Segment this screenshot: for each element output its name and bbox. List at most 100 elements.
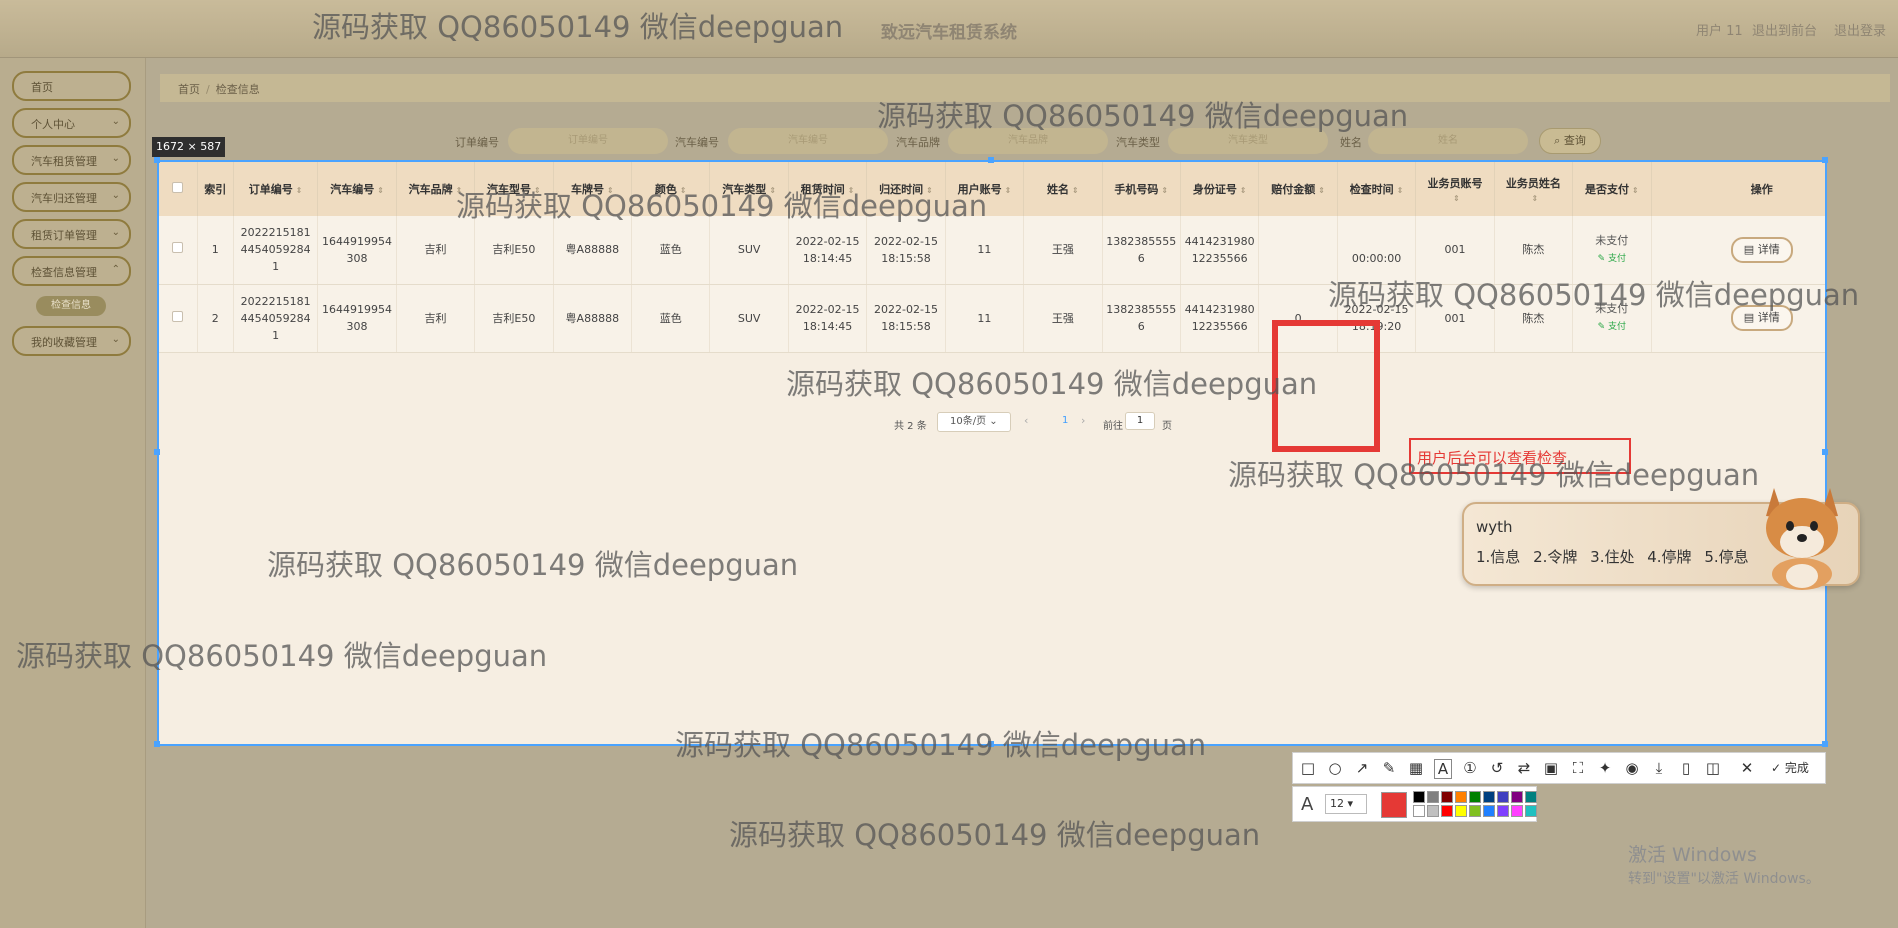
cell-compensation: [1258, 216, 1338, 285]
sidebar-item-label: 汽车租赁管理: [31, 155, 97, 168]
sidebar-item-rental-orders[interactable]: 租赁订单管理 ⌄: [12, 219, 131, 249]
cell-color: 蓝色: [631, 216, 711, 285]
shiba-dog-image: [1766, 488, 1838, 590]
color-swatch[interactable]: [1441, 791, 1453, 803]
color-swatch[interactable]: [1525, 805, 1537, 817]
sidebar-item-inspection[interactable]: 检查信息管理 ⌃: [12, 256, 131, 286]
pencil-icon[interactable]: ✎: [1380, 759, 1398, 777]
color-swatch[interactable]: [1427, 791, 1439, 803]
mosaic-icon[interactable]: ▦: [1407, 759, 1425, 777]
watermark-text: 源码获取 QQ86050149 微信deepguan: [312, 10, 844, 44]
cell-phone: 1382385555 6: [1102, 284, 1181, 353]
copy-icon[interactable]: ▯: [1677, 759, 1695, 777]
sidebar-item-home[interactable]: 首页: [12, 71, 131, 101]
column-header[interactable]: 检查时间 ⇕: [1337, 162, 1417, 216]
annotation-properties-panel: A 12 ▾: [1292, 786, 1537, 822]
color-swatch[interactable]: [1413, 805, 1425, 817]
table-header-row: 索引 订单编号 ⇕ 汽车编号 ⇕ 汽车品牌 ⇕ 汽车型号 ⇕ 车牌号 ⇕ 颜色 ⇕ 汽车类型…: [159, 162, 1825, 216]
ellipse-icon[interactable]: ○: [1326, 759, 1344, 777]
color-swatch[interactable]: [1497, 791, 1509, 803]
column-header[interactable]: 是否支付 ⇕: [1572, 162, 1652, 216]
pay-link[interactable]: ✎ 支付: [1598, 322, 1626, 332]
logout-to-front-link[interactable]: 退出到前台: [1752, 20, 1817, 39]
color-swatch[interactable]: [1413, 791, 1425, 803]
sidebar-item-car-rental[interactable]: 汽车租赁管理 ⌄: [12, 145, 131, 175]
current-color-swatch[interactable]: [1381, 792, 1407, 818]
color-swatch[interactable]: [1469, 805, 1481, 817]
pin-icon[interactable]: ✦: [1596, 759, 1614, 777]
color-swatch[interactable]: [1525, 791, 1537, 803]
sidebar-subitem-inspection-info[interactable]: 检查信息: [36, 296, 106, 316]
color-swatch[interactable]: [1455, 805, 1467, 817]
color-swatch[interactable]: [1483, 791, 1495, 803]
sidebar-item-personal-center[interactable]: 个人中心 ⌄: [12, 108, 131, 138]
column-header[interactable]: 索引: [197, 162, 234, 216]
rectangle-icon[interactable]: □: [1299, 759, 1317, 777]
top-header: 致远汽车租赁系统 用户 11 退出到前台 退出登录: [0, 0, 1898, 58]
cell-color: 蓝色: [631, 284, 711, 353]
goto-page-input[interactable]: 1: [1125, 412, 1155, 430]
cell-rent-time: 2022-02-15 18:14:45: [788, 216, 868, 285]
color-swatch[interactable]: [1483, 805, 1495, 817]
search-input-car-no[interactable]: 汽车编号: [728, 128, 888, 154]
page-number[interactable]: 1: [1062, 415, 1072, 429]
user-label[interactable]: 用户 11: [1696, 20, 1743, 39]
resize-handle[interactable]: [988, 157, 994, 163]
color-swatch[interactable]: [1427, 805, 1439, 817]
page-size-select[interactable]: 10条/页 ⌄: [937, 412, 1011, 432]
color-swatch[interactable]: [1511, 791, 1523, 803]
detail-button[interactable]: ▤ 详情: [1730, 236, 1793, 263]
undo-icon[interactable]: ↺: [1488, 759, 1506, 777]
resize-handle[interactable]: [154, 741, 160, 747]
arrow-icon[interactable]: ↗: [1353, 759, 1371, 777]
sidebar-item-car-return[interactable]: 汽车归还管理 ⌄: [12, 182, 131, 212]
select-all-checkbox[interactable]: [159, 162, 198, 216]
ocr-icon[interactable]: ▣: [1542, 759, 1560, 777]
translate-icon[interactable]: ⇄: [1515, 759, 1533, 777]
column-header[interactable]: 手机号码 ⇕: [1102, 162, 1181, 216]
done-button[interactable]: ✓ 完成: [1771, 759, 1809, 776]
row-checkbox[interactable]: [159, 284, 198, 353]
column-header[interactable]: 姓名 ⇕: [1023, 162, 1103, 216]
search-input-order-no[interactable]: 订单编号: [508, 128, 668, 154]
search-label-car-no: 汽车编号: [675, 136, 719, 149]
cell-brand: 吉利: [396, 284, 476, 353]
resize-handle[interactable]: [1822, 449, 1828, 455]
watermark-text: 源码获取 QQ86050149 微信deepguan: [456, 189, 988, 223]
pay-link[interactable]: ✎ 支付: [1598, 254, 1626, 264]
column-header[interactable]: 赔付金额 ⇕: [1258, 162, 1338, 216]
prev-page-button[interactable]: ‹: [1024, 414, 1028, 427]
resize-handle[interactable]: [154, 157, 160, 163]
resize-handle[interactable]: [1822, 157, 1828, 163]
logout-link[interactable]: 退出登录: [1834, 20, 1886, 39]
close-icon[interactable]: ✕: [1738, 759, 1756, 777]
column-header[interactable]: 业务员姓名 ⇕: [1494, 162, 1574, 216]
record-icon[interactable]: ◉: [1623, 759, 1641, 777]
color-swatch[interactable]: [1497, 805, 1509, 817]
sequence-icon[interactable]: ①: [1461, 759, 1479, 777]
column-header[interactable]: 订单编号 ⇕: [233, 162, 319, 216]
long-screenshot-icon[interactable]: ⛶: [1569, 759, 1587, 777]
sidebar-item-favorites[interactable]: 我的收藏管理 ⌄: [12, 326, 131, 356]
sidebar-item-label: 检查信息管理: [31, 266, 97, 279]
color-swatch[interactable]: [1469, 791, 1481, 803]
ime-candidates[interactable]: 1.信息 2.令牌 3.住处 4.停牌 5.停息: [1476, 546, 1749, 567]
column-header[interactable]: 身份证号 ⇕: [1180, 162, 1260, 216]
next-page-button[interactable]: ›: [1081, 414, 1085, 427]
column-header[interactable]: 业务员账号 ⇕: [1415, 162, 1495, 216]
resize-handle[interactable]: [154, 449, 160, 455]
bookmark-icon[interactable]: ◫: [1704, 759, 1722, 777]
cell-index: 1: [197, 216, 234, 285]
font-size-select[interactable]: 12 ▾: [1325, 794, 1367, 814]
color-swatch[interactable]: [1511, 805, 1523, 817]
breadcrumb-home[interactable]: 首页: [178, 83, 200, 96]
color-swatch[interactable]: [1455, 791, 1467, 803]
color-swatch[interactable]: [1441, 805, 1453, 817]
row-checkbox[interactable]: [159, 216, 198, 285]
save-icon[interactable]: ⤓: [1650, 759, 1668, 777]
resize-handle[interactable]: [1822, 741, 1828, 747]
text-icon[interactable]: A: [1434, 759, 1452, 779]
search-button[interactable]: ⌕ 查询: [1539, 128, 1601, 154]
column-header[interactable]: 汽车编号 ⇕: [317, 162, 397, 216]
cell-return-time: 2022-02-15 18:15:58: [866, 216, 946, 285]
